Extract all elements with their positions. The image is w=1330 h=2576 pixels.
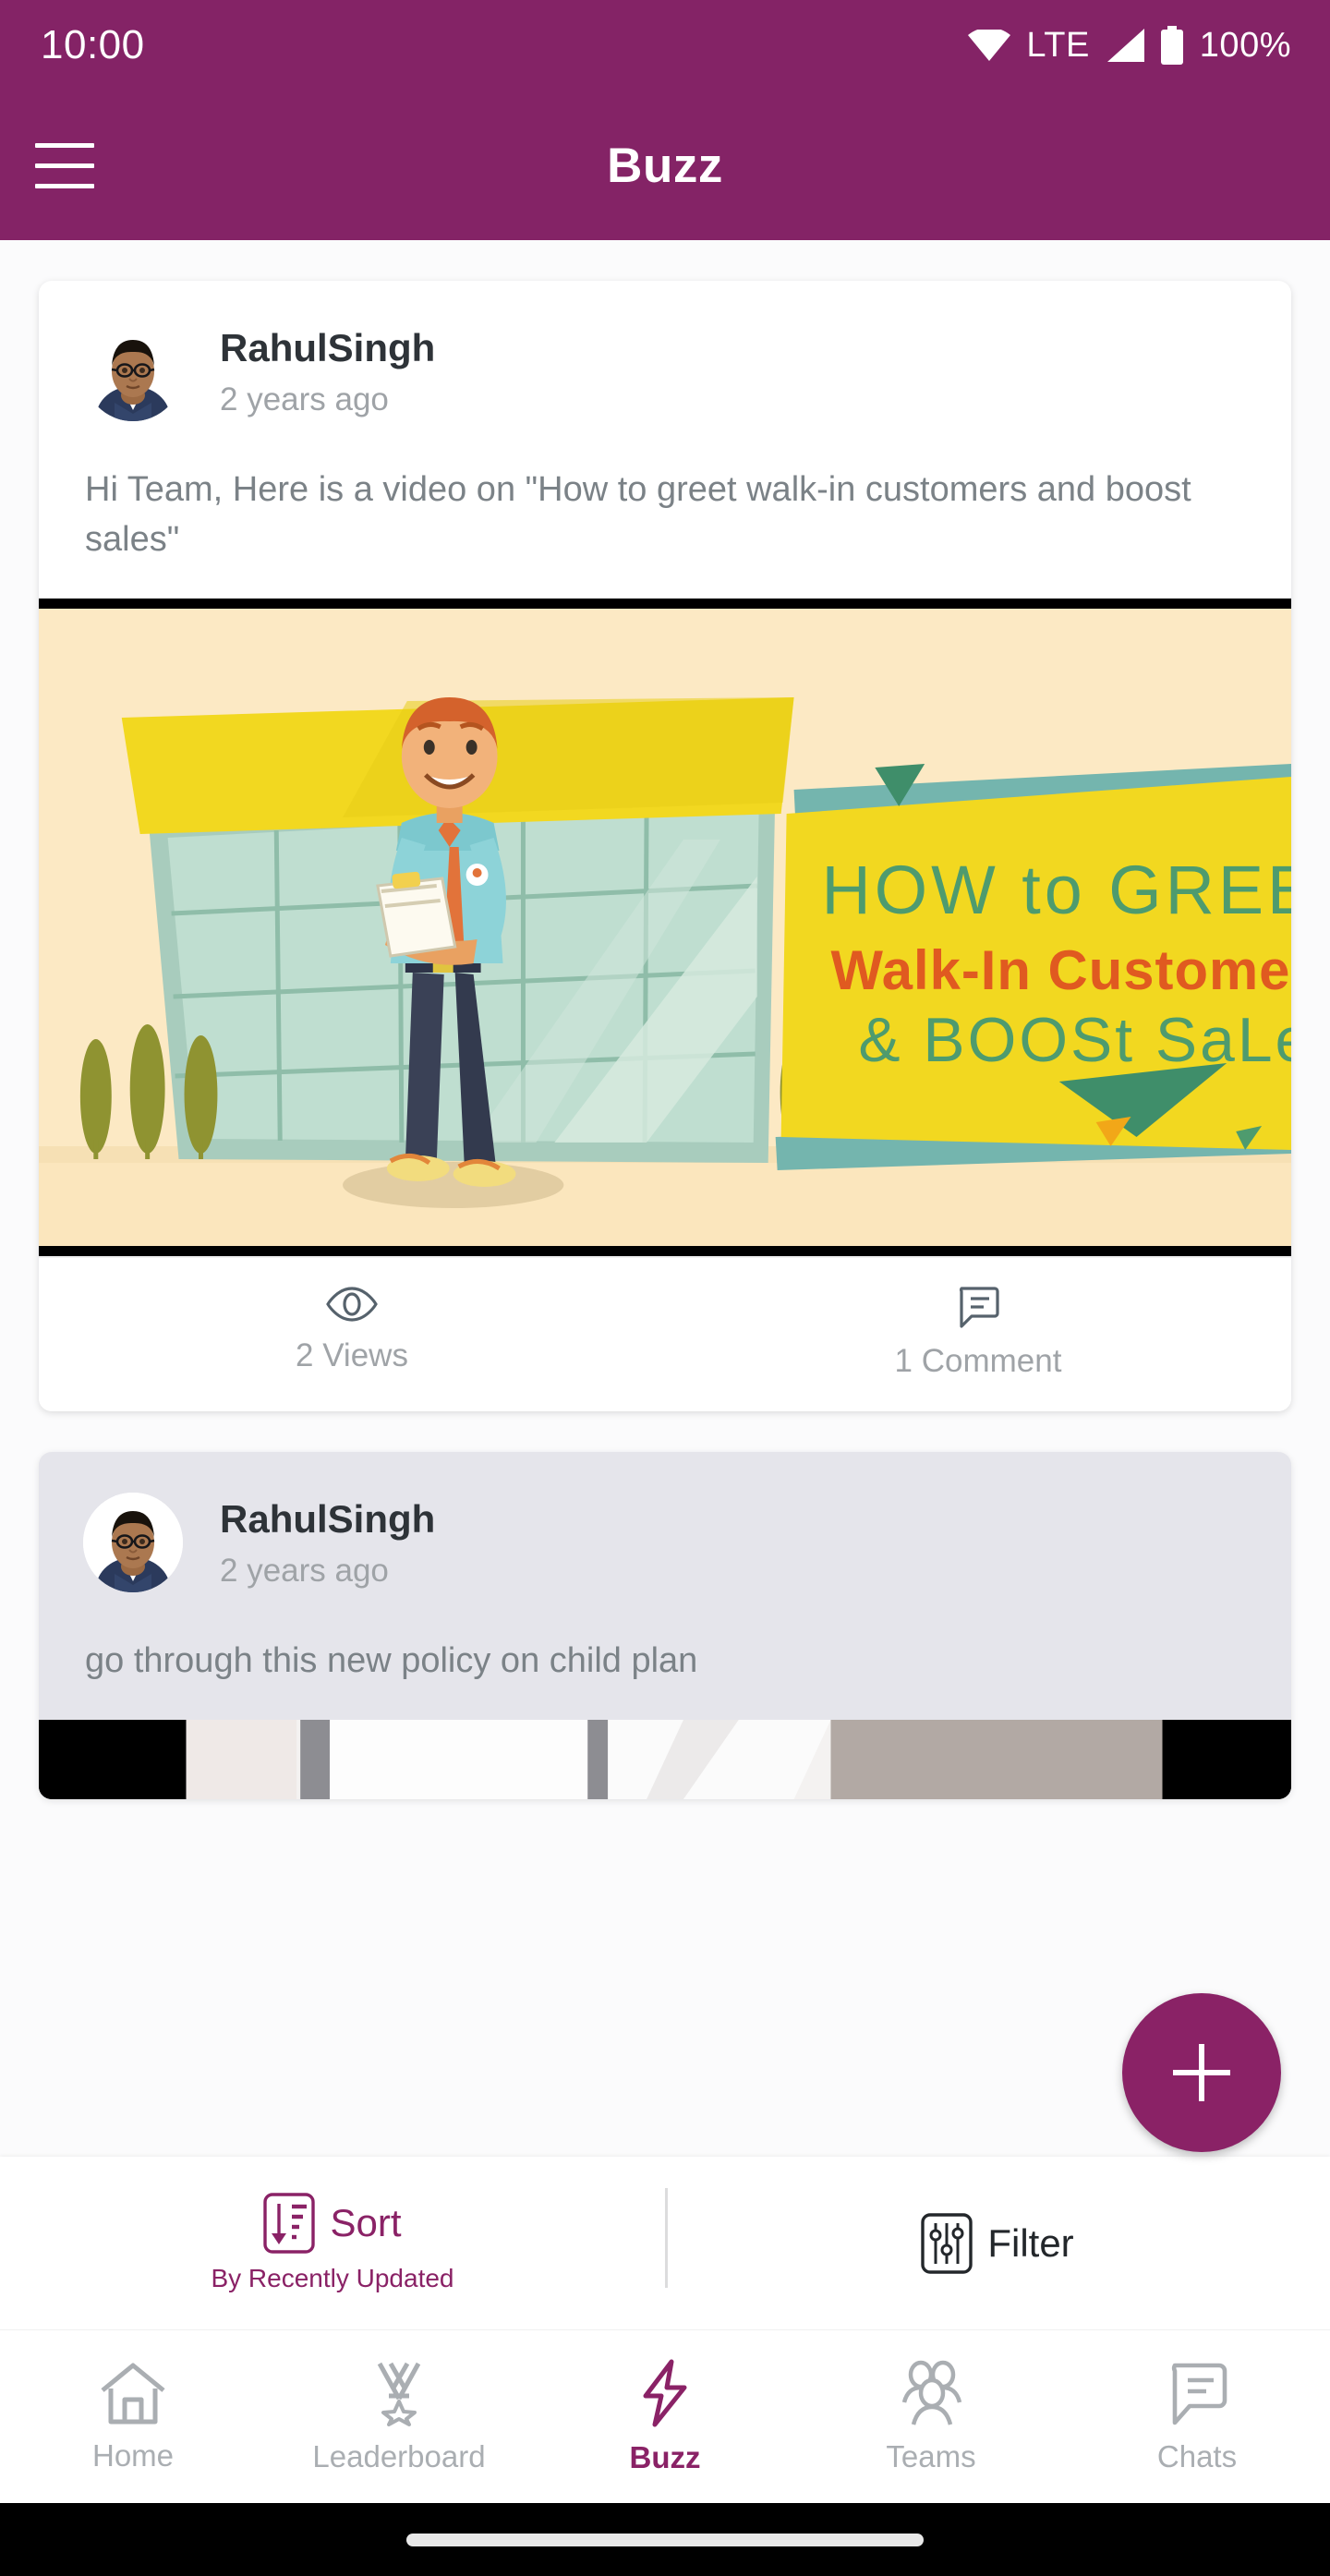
comments-action[interactable]: 1 Comment <box>665 1258 1291 1411</box>
wifi-icon <box>968 30 1011 61</box>
post-header: RahulSingh 2 years ago <box>39 1452 1291 1592</box>
post-feed[interactable]: RahulSingh 2 years ago Hi Team, Here is … <box>0 240 1330 2157</box>
hamburger-menu-icon[interactable] <box>35 136 94 195</box>
nav-item-chats[interactable]: Chats <box>1064 2360 1330 2474</box>
sort-filter-bar: Sort By Recently Updated Filter <box>0 2157 1330 2329</box>
nav-label-buzz: Buzz <box>629 2439 701 2474</box>
status-time: 10:00 <box>41 22 145 67</box>
people-icon <box>895 2360 967 2426</box>
nav-item-buzz[interactable]: Buzz <box>532 2359 798 2475</box>
battery-percent-label: 100% <box>1199 25 1291 65</box>
views-label: 2 Views <box>296 1336 408 1373</box>
post-photo[interactable] <box>39 1719 1291 1799</box>
status-indicators: LTE 100% <box>968 26 1291 66</box>
bottom-navigation: Home Leaderboard Buzz Teams Chats <box>0 2329 1330 2503</box>
sort-sublabel: By Recently Updated <box>211 2264 454 2292</box>
add-post-fab[interactable] <box>1122 1993 1281 2152</box>
nav-item-teams[interactable]: Teams <box>798 2360 1064 2474</box>
sort-icon <box>263 2193 316 2254</box>
post-header: RahulSingh 2 years ago <box>39 281 1291 421</box>
post-timestamp: 2 years ago <box>220 1553 389 1590</box>
home-icon <box>99 2361 167 2425</box>
page-title: Buzz <box>607 138 723 193</box>
chat-bubble-icon <box>1164 2360 1230 2426</box>
sort-label: Sort <box>330 2201 402 2244</box>
nav-label-teams: Teams <box>886 2438 976 2473</box>
network-type-label: LTE <box>1026 25 1090 65</box>
letterbox-bottom <box>39 1245 1291 1256</box>
post-card[interactable]: RahulSingh 2 years ago Hi Team, Here is … <box>39 281 1291 1411</box>
filter-icon <box>921 2212 973 2274</box>
system-gesture-area <box>0 2503 1330 2576</box>
filter-button[interactable]: Filter <box>665 2157 1330 2329</box>
letterbox-top <box>39 598 1291 609</box>
svg-text:HOW to GREEt: HOW to GREEt <box>822 852 1292 928</box>
eye-icon <box>326 1286 378 1323</box>
nav-item-leaderboard[interactable]: Leaderboard <box>266 2360 532 2474</box>
svg-text:Walk-In Customers: Walk-In Customers <box>830 939 1291 1001</box>
app-bar: Buzz <box>0 91 1330 240</box>
avatar <box>83 1492 183 1592</box>
comments-label: 1 Comment <box>894 1342 1062 1379</box>
signal-icon <box>1106 29 1144 62</box>
views-action[interactable]: 2 Views <box>39 1258 665 1411</box>
post-meta: RahulSingh 2 years ago <box>220 1495 435 1590</box>
comment-icon <box>956 1286 1000 1328</box>
post-author: RahulSingh <box>220 1496 436 1541</box>
nav-item-home[interactable]: Home <box>0 2361 266 2473</box>
post-text: Hi Team, Here is a video on "How to gree… <box>85 470 1191 559</box>
post-actions: 2 Views 1 Comment <box>39 1255 1291 1411</box>
post-text: go through this new policy on child plan <box>85 1640 698 1680</box>
avatar <box>83 321 183 421</box>
medal-icon <box>365 2360 433 2426</box>
plus-icon <box>1173 2044 1230 2101</box>
status-bar: 10:00 LTE 100% <box>0 0 1330 91</box>
lightning-icon <box>636 2359 694 2427</box>
sort-button[interactable]: Sort By Recently Updated <box>0 2157 665 2329</box>
svg-text:& BOOSt SaLes: & BOOSt SaLes <box>858 1006 1291 1075</box>
post-video-thumbnail[interactable]: HOW to GREEt Walk-In Customers & BOOSt S… <box>39 598 1292 1256</box>
post-meta: RahulSingh 2 years ago <box>220 324 435 418</box>
nav-label-chats: Chats <box>1156 2438 1238 2473</box>
app-screen: 10:00 LTE 100% Buzz RahulSingh 2 years a… <box>0 0 1330 2576</box>
home-indicator[interactable] <box>406 2533 924 2546</box>
video-artwork: HOW to GREEt Walk-In Customers & BOOSt S… <box>39 608 1292 1246</box>
post-author: RahulSingh <box>220 325 436 369</box>
nav-label-leaderboard: Leaderboard <box>312 2438 486 2473</box>
nav-label-home: Home <box>91 2437 175 2473</box>
battery-icon <box>1160 26 1184 65</box>
post-card[interactable]: RahulSingh 2 years ago go through this n… <box>39 1451 1291 1799</box>
divider <box>665 2188 668 2288</box>
post-timestamp: 2 years ago <box>220 381 389 418</box>
filter-label: Filter <box>987 2220 1074 2265</box>
